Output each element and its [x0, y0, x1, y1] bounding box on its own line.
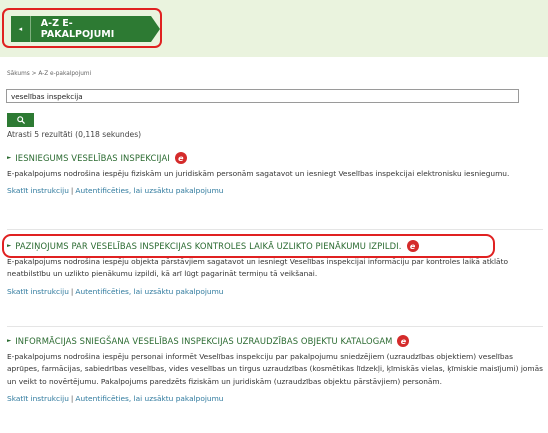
- page-banner: ◂ A-Z E-PAKALPOJUMI: [0, 0, 548, 57]
- az-services-label: A-Z E-PAKALPOJUMI: [30, 16, 151, 42]
- link-separator: |: [70, 186, 74, 196]
- result-divider: [7, 229, 543, 230]
- authenticate-link[interactable]: Autentificēties, lai uzsāktu pakalpojumu: [75, 186, 223, 195]
- result-title-row: ► INFORMĀCIJAS SNIEGŠANA VESELĪBAS INSPE…: [7, 335, 543, 347]
- result-description: E-pakalpojums nodrošina iespēju personai…: [7, 352, 543, 386]
- result-title-row: ► PAZIŅOJUMS PAR VESELĪBAS INSPEKCIJAS K…: [7, 240, 543, 252]
- result-links: Skatīt instrukciju | Autentificēties, lai …: [7, 394, 543, 403]
- breadcrumb: Sākums > A-Z e-pakalpojumi: [7, 71, 91, 77]
- result-item: ► PAZIŅOJUMS PAR VESELĪBAS INSPEKCIJAS K…: [7, 240, 543, 296]
- result-title-link[interactable]: INFORMĀCIJAS SNIEGŠANA VESELĪBAS INSPEKC…: [15, 336, 392, 346]
- highlight-box-banner: ◂ A-Z E-PAKALPOJUMI: [2, 8, 162, 48]
- arrow-shape: [151, 16, 160, 42]
- result-links: Skatīt instrukciju | Autentificēties, lai …: [7, 287, 543, 296]
- e-service-icon: e: [397, 335, 410, 347]
- chevron-left-icon[interactable]: ◂: [11, 16, 31, 42]
- caret-right-icon: ►: [7, 338, 12, 344]
- result-links: Skatīt instrukciju | Autentificēties, lai …: [7, 186, 543, 195]
- result-item: ► INFORMĀCIJAS SNIEGŠANA VESELĪBAS INSPE…: [7, 335, 543, 403]
- link-separator: |: [70, 394, 74, 404]
- breadcrumb-home[interactable]: Sākums: [7, 71, 30, 77]
- result-title-link[interactable]: IESNIEGUMS VESELĪBAS INSPEKCIJAI: [15, 153, 170, 163]
- caret-right-icon: ►: [7, 243, 12, 249]
- result-description: E-pakalpojums nodrošina iespēju fiziskām…: [7, 169, 510, 178]
- view-instructions-link[interactable]: Skatīt instrukciju: [7, 186, 69, 195]
- view-instructions-link[interactable]: Skatīt instrukciju: [7, 394, 69, 403]
- result-divider: [7, 326, 543, 327]
- results-count: Atrasti 5 rezultāti (0,118 sekundes): [7, 130, 142, 139]
- link-separator: |: [70, 286, 74, 296]
- search-icon: [16, 116, 25, 124]
- result-title-link[interactable]: PAZIŅOJUMS PAR VESELĪBAS INSPEKCIJAS KON…: [15, 241, 401, 251]
- e-service-icon: e: [406, 240, 419, 252]
- search-input[interactable]: [6, 89, 519, 103]
- view-instructions-link[interactable]: Skatīt instrukciju: [7, 287, 69, 296]
- breadcrumb-current: A-Z e-pakalpojumi: [38, 71, 92, 77]
- authenticate-link[interactable]: Autentificēties, lai uzsāktu pakalpojumu: [75, 394, 223, 403]
- e-service-icon: e: [174, 152, 187, 164]
- result-description: E-pakalpojums nodrošina iespēju objekta …: [7, 257, 509, 279]
- caret-right-icon: ►: [7, 155, 12, 161]
- search-button[interactable]: [7, 113, 34, 127]
- result-item: ► IESNIEGUMS VESELĪBAS INSPEKCIJAI e E-p…: [7, 152, 543, 195]
- result-title-row: ► IESNIEGUMS VESELĪBAS INSPEKCIJAI e: [7, 152, 543, 164]
- authenticate-link[interactable]: Autentificēties, lai uzsāktu pakalpojumu: [75, 287, 223, 296]
- az-services-button[interactable]: ◂ A-Z E-PAKALPOJUMI: [11, 16, 160, 42]
